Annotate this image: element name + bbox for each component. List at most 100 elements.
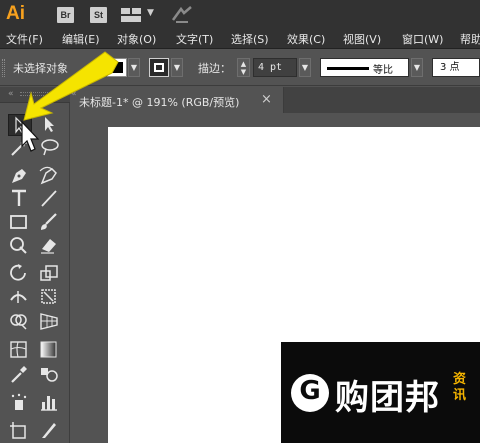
eyedropper-icon — [11, 366, 27, 383]
brush-definition[interactable]: 3 点 — [432, 58, 480, 77]
control-bar: 未选择对象 ▼ ▼ 描边： ▲ ▼ 4 pt ▼ 等比 ▼ 3 点 — [0, 50, 480, 86]
scale-tool[interactable] — [38, 263, 62, 285]
rectangle-icon — [10, 215, 27, 229]
menu-effect[interactable]: 效果(C) — [287, 31, 325, 47]
stroke-label[interactable]: 描边： — [198, 60, 231, 76]
free-transform-icon — [41, 289, 56, 304]
magic-wand-icon — [11, 139, 28, 156]
menu-edit[interactable]: 编辑(E) — [62, 31, 100, 47]
stroke-weight-dropdown[interactable]: ▼ — [299, 58, 311, 77]
mesh-icon — [10, 341, 27, 358]
watermark-logo: G — [291, 374, 329, 412]
panel-grip[interactable] — [20, 92, 58, 96]
menu-file[interactable]: 文件(F) — [6, 31, 43, 47]
watermark-side-text: 资讯 — [453, 372, 467, 403]
shape-builder-icon — [10, 314, 27, 330]
watermark-logo-letter: G — [299, 376, 321, 406]
expand-panel-icon[interactable]: « — [71, 89, 77, 99]
gradient-tool[interactable] — [38, 339, 62, 361]
menu-window[interactable]: 窗口(W) — [402, 31, 443, 47]
menu-select[interactable]: 选择(S) — [231, 31, 269, 47]
arrange-documents-icon[interactable] — [121, 8, 143, 22]
menu-bar: 文件(F) 编辑(E) 对象(O) 文字(T) 选择(S) 效果(C) 视图(V… — [0, 30, 480, 49]
menu-type[interactable]: 文字(T) — [176, 31, 213, 47]
direct-selection-tool[interactable] — [38, 114, 62, 136]
curvature-tool[interactable] — [38, 165, 62, 187]
watermark: G 购团邦 资讯 — [281, 342, 480, 443]
document-tab[interactable]: 未标题-1* @ 191% (RGB/预览) × — [71, 87, 284, 113]
column-graph-icon — [41, 396, 57, 411]
variable-width-profile[interactable]: 等比 — [320, 58, 409, 77]
stroke-color — [154, 63, 164, 72]
type-tool[interactable] — [8, 188, 32, 210]
rotate-icon — [10, 264, 26, 281]
menu-object[interactable]: 对象(O) — [117, 31, 156, 47]
lasso-icon — [41, 139, 59, 156]
profile-label: 等比 — [373, 65, 393, 76]
selection-status: 未选择对象 — [13, 62, 68, 75]
perspective-grid-tool[interactable] — [38, 311, 62, 333]
selection-tool[interactable] — [8, 114, 32, 136]
shaper-tool[interactable] — [8, 235, 32, 257]
symbol-sprayer-tool[interactable] — [8, 392, 32, 414]
symbol-sprayer-icon — [11, 393, 27, 410]
eraser-icon — [41, 239, 56, 254]
gradient-icon — [40, 341, 57, 358]
fill-dropdown[interactable]: ▼ — [128, 58, 140, 77]
stock-button[interactable]: St — [90, 7, 107, 23]
profile-dropdown[interactable]: ▼ — [411, 58, 423, 77]
menu-help[interactable]: 帮助 — [460, 31, 480, 47]
width-tool-icon — [10, 291, 27, 303]
blend-tool[interactable] — [38, 364, 62, 386]
direct-selection-icon — [45, 117, 54, 132]
slice-tool[interactable] — [38, 420, 62, 442]
rotate-tool[interactable] — [8, 263, 32, 285]
magic-wand-tool[interactable] — [8, 137, 32, 159]
paintbrush-icon — [41, 213, 57, 230]
pen-icon — [12, 169, 26, 183]
column-graph-tool[interactable] — [38, 392, 62, 414]
profile-line-preview — [327, 67, 369, 70]
close-icon[interactable]: × — [261, 92, 272, 107]
menu-view[interactable]: 视图(V) — [343, 31, 381, 47]
artboard-tool[interactable] — [8, 420, 32, 442]
fill-swatch[interactable] — [107, 58, 127, 77]
artboard-icon — [10, 422, 26, 439]
rectangle-tool[interactable] — [8, 212, 32, 234]
free-transform-tool[interactable] — [38, 286, 62, 308]
illustrator-logo: Ai — [6, 3, 25, 24]
pen-tool[interactable] — [8, 165, 32, 187]
tools-panel-header[interactable]: « — [0, 87, 70, 103]
chevron-down-icon[interactable]: ▼ — [147, 8, 154, 18]
gpu-performance-icon[interactable] — [171, 6, 193, 24]
stroke-weight-input[interactable]: 4 pt — [253, 58, 297, 77]
collapse-panel-icon[interactable]: « — [8, 89, 14, 99]
tools-panel: « — [0, 87, 70, 443]
eraser-tool[interactable] — [38, 235, 62, 257]
perspective-grid-icon — [40, 313, 58, 330]
mesh-tool[interactable] — [8, 339, 32, 361]
eyedropper-tool[interactable] — [8, 364, 32, 386]
shape-builder-tool[interactable] — [8, 311, 32, 333]
fill-color — [111, 62, 123, 73]
line-segment-icon — [41, 190, 57, 207]
panel-grip[interactable] — [2, 59, 5, 77]
bridge-button[interactable]: Br — [57, 7, 74, 23]
stroke-weight-stepper[interactable]: ▲ ▼ — [237, 58, 250, 77]
line-segment-tool[interactable] — [38, 188, 62, 210]
lasso-tool[interactable] — [38, 137, 62, 159]
watermark-brand: 购团邦 — [335, 378, 440, 418]
shaper-icon — [10, 237, 27, 254]
scale-icon — [40, 265, 58, 281]
selection-arrow-icon — [15, 116, 27, 134]
slice-icon — [42, 423, 56, 438]
app-bar: Ai Br St ▼ — [0, 0, 480, 30]
document-tab-title: 未标题-1* @ 191% (RGB/预览) — [79, 96, 240, 109]
document-tab-strip: 未标题-1* @ 191% (RGB/预览) × — [71, 87, 480, 113]
stroke-dropdown[interactable]: ▼ — [171, 58, 183, 77]
stroke-swatch[interactable] — [149, 58, 169, 77]
width-tool[interactable] — [8, 286, 32, 308]
blend-icon — [41, 368, 58, 382]
type-icon — [12, 189, 26, 206]
paintbrush-tool[interactable] — [38, 212, 62, 234]
